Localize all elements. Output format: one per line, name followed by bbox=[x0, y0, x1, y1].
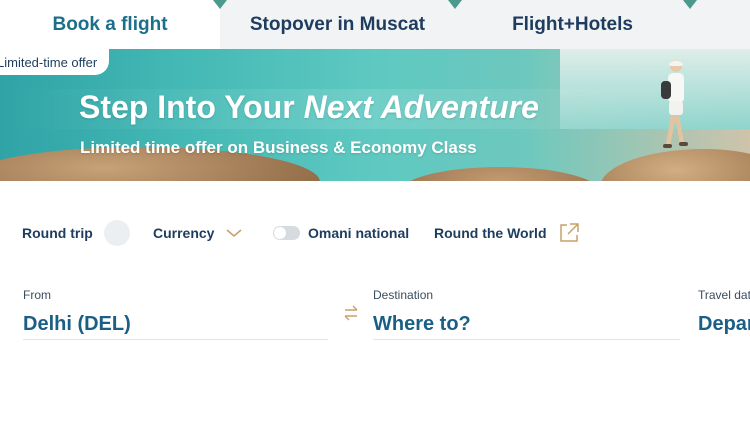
tab-marker bbox=[683, 0, 697, 9]
external-link-icon bbox=[559, 223, 579, 242]
promo-banner[interactable]: Limited-time offer Step Into Your Next A… bbox=[0, 49, 750, 181]
round-the-world-link[interactable]: Round the World bbox=[434, 216, 580, 250]
tab-stopover-in-muscat[interactable]: Stopover in Muscat bbox=[220, 0, 455, 49]
field-underline bbox=[23, 339, 328, 340]
banner-title-italic: Next Adventure bbox=[303, 89, 539, 125]
destination-field[interactable]: Destination Where to? bbox=[373, 288, 680, 340]
destination-value[interactable]: Where to? bbox=[373, 313, 680, 336]
currency-dropdown[interactable]: Currency bbox=[153, 216, 242, 250]
chevron-down-icon bbox=[226, 229, 242, 238]
banner-subtitle: Limited time offer on Business & Economy… bbox=[80, 138, 477, 157]
omani-national-label: Omani national bbox=[308, 225, 410, 241]
tab-flight-hotels[interactable]: Flight+Hotels bbox=[455, 0, 690, 49]
omani-national-toggle[interactable]: Omani national bbox=[273, 216, 409, 250]
limited-offer-badge: Limited-time offer bbox=[0, 49, 110, 75]
round-the-world-label: Round the World bbox=[434, 225, 547, 241]
badge-text: Limited-time offer bbox=[0, 54, 98, 70]
from-label: From bbox=[23, 288, 51, 302]
travel-date-label: Travel date bbox=[698, 288, 750, 302]
from-field[interactable]: From Delhi (DEL) bbox=[23, 288, 328, 340]
trip-options-row: Round trip Currency Omani national Round… bbox=[0, 216, 750, 250]
banner-title: Step Into Your Next Adventure bbox=[79, 89, 539, 126]
toggle-switch[interactable] bbox=[273, 226, 300, 240]
swap-arrows-icon[interactable] bbox=[342, 304, 360, 322]
hiker-image bbox=[661, 60, 688, 148]
booking-tabs: Book a flight Stopover in Muscat Flight+… bbox=[0, 0, 750, 49]
tab-marker bbox=[213, 0, 227, 9]
tab-marker bbox=[448, 0, 462, 9]
tab-more[interactable] bbox=[690, 0, 750, 49]
round-trip-radio[interactable] bbox=[103, 220, 130, 246]
tab-book-a-flight[interactable]: Book a flight bbox=[0, 0, 220, 49]
banner-title-main: Step Into Your bbox=[79, 89, 304, 125]
field-underline bbox=[373, 339, 680, 340]
round-trip-label: Round trip bbox=[22, 225, 93, 241]
departure-value[interactable]: Departure bbox=[698, 313, 750, 336]
banner-rock bbox=[400, 167, 600, 181]
toggle-knob bbox=[274, 227, 286, 239]
travel-date-field[interactable]: Travel date Departure bbox=[698, 288, 750, 336]
round-trip-selector[interactable]: Round trip bbox=[22, 216, 130, 250]
currency-label: Currency bbox=[153, 225, 215, 241]
from-value[interactable]: Delhi (DEL) bbox=[23, 313, 328, 336]
destination-label: Destination bbox=[373, 288, 434, 302]
